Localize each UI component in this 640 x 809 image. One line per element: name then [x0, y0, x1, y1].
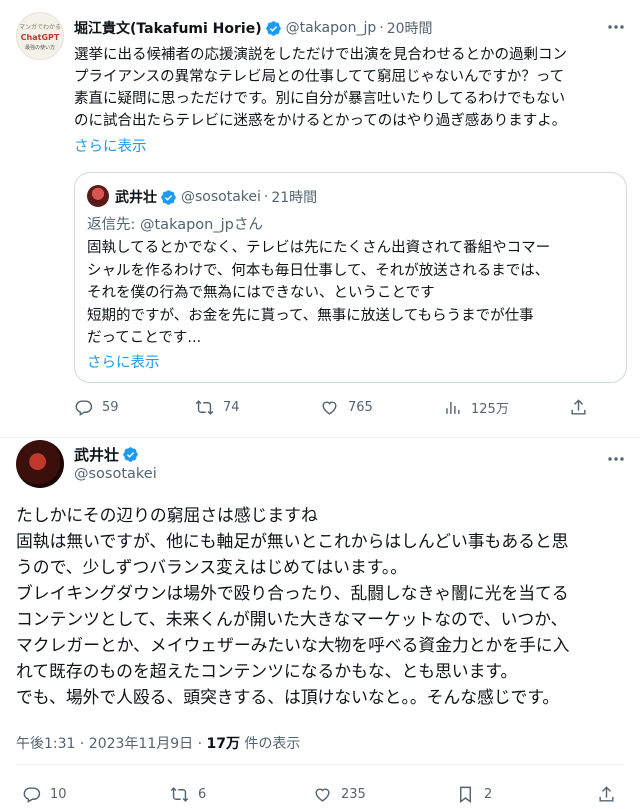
- reply-button[interactable]: 10: [22, 785, 67, 804]
- heart-icon: [315, 788, 330, 802]
- bookmark-button[interactable]: 2: [456, 785, 492, 804]
- retweet-count: 6: [198, 787, 207, 802]
- reply-count: 10: [50, 787, 67, 802]
- reply-icon: [23, 787, 41, 803]
- retweet-button[interactable]: 6: [170, 785, 206, 804]
- share-button[interactable]: [597, 785, 616, 804]
- like-button[interactable]: 235: [313, 785, 366, 804]
- bookmark-count: 2: [484, 787, 493, 802]
- retweet-icon: [170, 787, 189, 802]
- tweet2-actions: 10 6 235 2: [0, 0, 640, 809]
- like-count: 235: [341, 787, 366, 802]
- share-icon: [599, 786, 614, 802]
- bookmark-icon: [460, 786, 471, 804]
